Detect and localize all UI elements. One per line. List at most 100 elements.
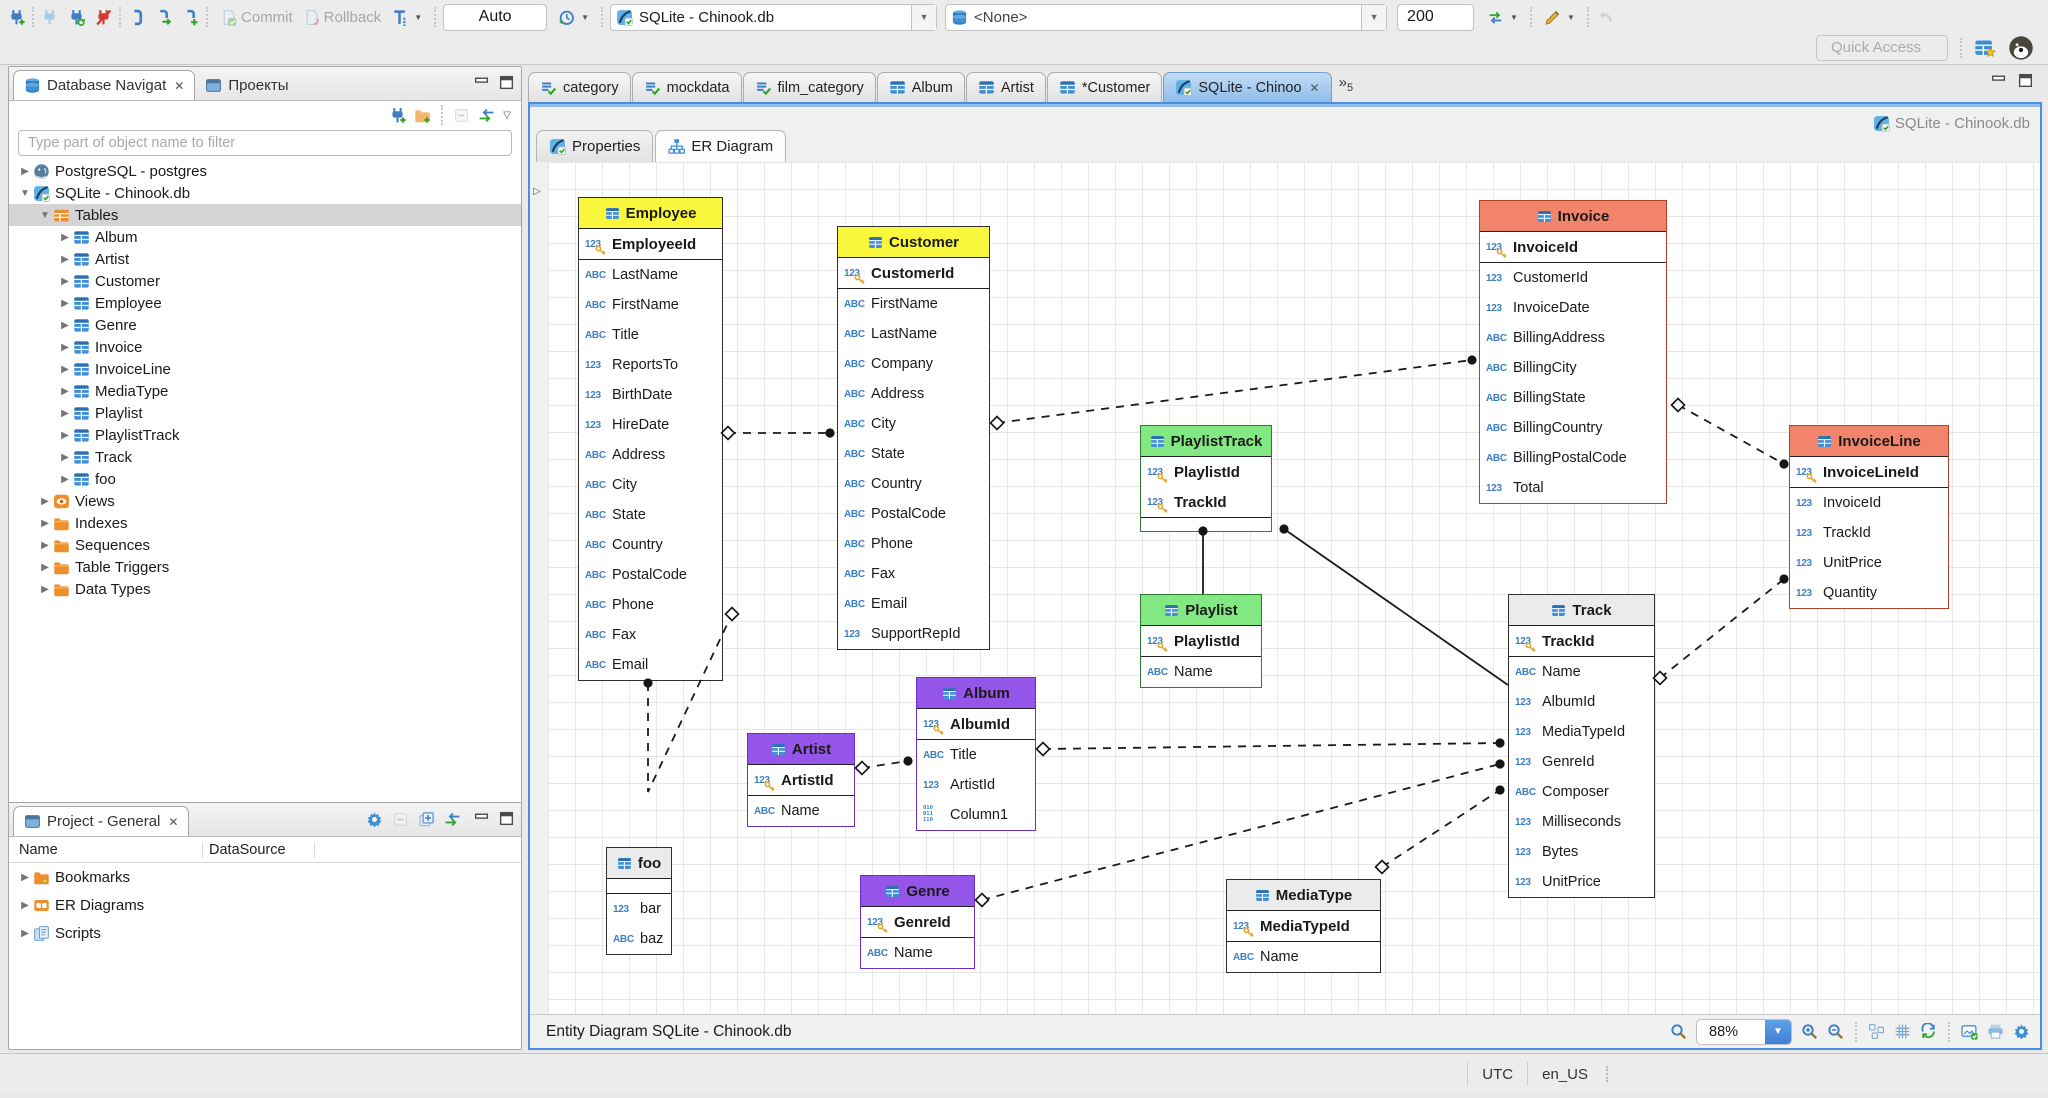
tree-item-Views[interactable]: ▶ Views [9, 490, 521, 512]
sql-editor-icon[interactable] [128, 9, 145, 26]
column-PostalCode[interactable]: ABC PostalCode [838, 499, 989, 529]
tree-item-Sequences[interactable]: ▶ Sequences [9, 534, 521, 556]
column-LastName[interactable]: ABC LastName [838, 319, 989, 349]
close-icon[interactable]: ✕ [1310, 81, 1320, 95]
compare-button[interactable]: ▼ [1482, 4, 1523, 30]
tab-database-navigator[interactable]: Database Navigat ✕ [13, 70, 196, 100]
column-name[interactable]: Name [9, 841, 203, 858]
collapse-all-icon[interactable] [453, 107, 470, 124]
column-FirstName[interactable]: ABC FirstName [838, 289, 989, 319]
format-button[interactable]: ▼ [1539, 4, 1580, 30]
zoom-in-icon[interactable] [1801, 1023, 1818, 1040]
column-Name[interactable]: ABC Name [748, 796, 854, 826]
column-CustomerId[interactable]: 123 CustomerId [838, 258, 989, 288]
locale-indicator[interactable]: en_US [1527, 1062, 1602, 1086]
column-ArtistId[interactable]: 123 ArtistId [748, 765, 854, 795]
column-ReportsTo[interactable]: 123 ReportsTo [579, 350, 722, 380]
entity-Customer[interactable]: Customer 123 CustomerId ABC FirstName ABC Last… [837, 226, 990, 650]
column-bar[interactable]: 123 bar [607, 894, 671, 924]
column-Quantity[interactable]: 123 Quantity [1790, 578, 1948, 608]
editor-tab-category[interactable]: category [528, 72, 631, 102]
minimize-icon[interactable] [473, 74, 490, 91]
column-Company[interactable]: ABC Company [838, 349, 989, 379]
tree-item-Invoice[interactable]: ▶ Invoice [9, 336, 521, 358]
chevron-down-icon[interactable]: ▼ [37, 210, 53, 221]
column-Address[interactable]: ABC Address [838, 379, 989, 409]
entity-Genre[interactable]: Genre 123 GenreId ABC Name [860, 875, 975, 969]
column-CustomerId[interactable]: 123 CustomerId [1480, 263, 1666, 293]
entity-header[interactable]: Playlist [1141, 595, 1261, 626]
entity-header[interactable]: PlaylistTrack [1141, 426, 1271, 457]
new-connection-icon[interactable] [8, 9, 25, 26]
zoom-out-icon[interactable] [1827, 1023, 1844, 1040]
timezone-indicator[interactable]: UTC [1467, 1062, 1527, 1086]
zoom-dropdown-icon[interactable]: ▼ [1765, 1019, 1791, 1044]
tree-item-Playlist[interactable]: ▶ Playlist [9, 402, 521, 424]
chevron-right-icon[interactable]: ▶ [37, 562, 53, 573]
entity-header[interactable]: InvoiceLine [1790, 426, 1948, 457]
link-with-editor-icon[interactable] [478, 107, 495, 124]
column-UnitPrice[interactable]: 123 UnitPrice [1509, 867, 1654, 897]
column-Bytes[interactable]: 123 Bytes [1509, 837, 1654, 867]
tab-overflow-indicator[interactable]: »5 [1339, 74, 1353, 94]
chevron-right-icon[interactable]: ▶ [57, 474, 73, 485]
tree-item-PostgreSQL-postgres[interactable]: ▶ PostgreSQL - postgres [9, 160, 521, 182]
txn-mode-combo[interactable]: Auto [443, 3, 548, 31]
minimize-icon[interactable] [473, 810, 490, 827]
fetch-size-input[interactable]: 200 [1397, 3, 1475, 31]
column-Fax[interactable]: ABC Fax [579, 620, 722, 650]
save-as-image-icon[interactable] [1961, 1023, 1978, 1040]
database-combo[interactable]: <None> ▼ [945, 3, 1388, 31]
entity-header[interactable]: Genre [861, 876, 974, 907]
chevron-right-icon[interactable]: ▶ [57, 408, 73, 419]
column-BillingCountry[interactable]: ABC BillingCountry [1480, 413, 1666, 443]
column-InvoiceLineId[interactable]: 123 InvoiceLineId [1790, 457, 1948, 487]
view-menu-icon[interactable]: ▽ [503, 110, 511, 121]
close-icon[interactable]: ✕ [174, 79, 184, 93]
editor-tab-Album[interactable]: Album [876, 72, 965, 102]
chevron-right-icon[interactable]: ▶ [17, 166, 33, 177]
perspective-table-icon[interactable] [1974, 37, 1996, 59]
tab-project-general[interactable]: Project - General ✕ [13, 806, 190, 836]
chevron-right-icon[interactable]: ▶ [57, 298, 73, 309]
close-icon[interactable]: ✕ [168, 815, 178, 829]
expand-all-icon[interactable] [418, 811, 435, 828]
entity-header[interactable]: Track [1509, 595, 1654, 626]
tree-item-Employee[interactable]: ▶ Employee [9, 292, 521, 314]
entity-header[interactable]: MediaType [1227, 880, 1380, 911]
column-BillingPostalCode[interactable]: ABC BillingPostalCode [1480, 443, 1666, 473]
chevron-right-icon[interactable]: ▶ [17, 872, 33, 883]
column-Column1[interactable]: 010 011 110 Column1 [917, 800, 1035, 830]
column-Total[interactable]: 123 Total [1480, 473, 1666, 503]
column-TrackId[interactable]: 123 TrackId [1509, 626, 1654, 656]
refresh-diagram-icon[interactable] [1920, 1023, 1937, 1040]
entity-header[interactable]: Album [917, 678, 1035, 709]
column-State[interactable]: ABC State [838, 439, 989, 469]
chevron-right-icon[interactable]: ▶ [57, 276, 73, 287]
palette-expand-icon[interactable]: ▷ [533, 186, 541, 197]
connection-combo[interactable]: SQLite - Chinook.db ▼ [610, 3, 938, 31]
column-FirstName[interactable]: ABC FirstName [579, 290, 722, 320]
column-InvoiceDate[interactable]: 123 InvoiceDate [1480, 293, 1666, 323]
tree-item-Customer[interactable]: ▶ Customer [9, 270, 521, 292]
entity-Artist[interactable]: Artist 123 ArtistId ABC Name [747, 733, 855, 827]
tree-item-Data-Types[interactable]: ▶ Data Types [9, 578, 521, 600]
database-dropdown-icon[interactable]: ▼ [1361, 4, 1387, 30]
column-GenreId[interactable]: 123 GenreId [861, 907, 974, 937]
column-Country[interactable]: ABC Country [838, 469, 989, 499]
project-item-Scripts[interactable]: ▶ Scripts [9, 919, 521, 947]
tree-item-PlaylistTrack[interactable]: ▶ PlaylistTrack [9, 424, 521, 446]
tree-item-MediaType[interactable]: ▶ MediaType [9, 380, 521, 402]
project-item-ER-Diagrams[interactable]: ▶ ER Diagrams [9, 891, 521, 919]
column-Name[interactable]: ABC Name [861, 938, 974, 968]
column-GenreId[interactable]: 123 GenreId [1509, 747, 1654, 777]
column-SupportRepId[interactable]: 123 SupportRepId [838, 619, 989, 649]
column-BillingState[interactable]: ABC BillingState [1480, 383, 1666, 413]
column-Phone[interactable]: ABC Phone [838, 529, 989, 559]
entity-header[interactable]: Employee [579, 198, 722, 229]
column-Email[interactable]: ABC Email [579, 650, 722, 680]
entity-header[interactable]: Invoice [1480, 201, 1666, 232]
print-icon[interactable] [1987, 1023, 2004, 1040]
editor-tab-mockdata[interactable]: mockdata [631, 72, 742, 102]
new-project-folder-icon[interactable] [414, 107, 431, 124]
